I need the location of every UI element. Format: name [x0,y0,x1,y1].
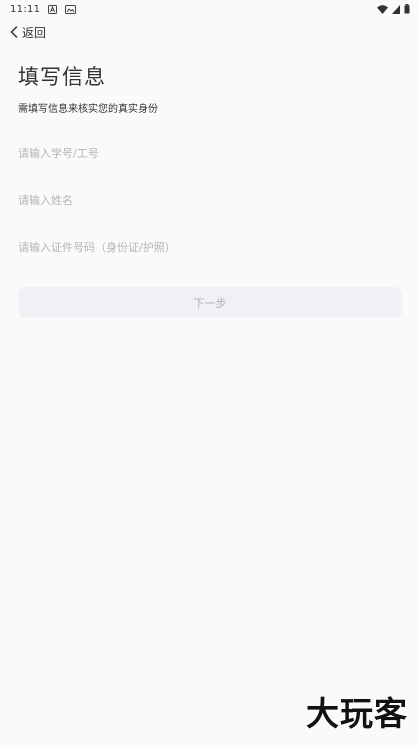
status-time: 11:11 [10,3,41,15]
battery-icon [404,4,410,14]
page-title: 填写信息 [18,65,106,89]
id-number-field [18,234,402,260]
notification-a-icon [48,4,58,14]
status-left: 11:11 [10,3,77,15]
signal-icon [392,4,400,14]
gallery-icon [65,4,77,14]
status-right [377,4,410,14]
student-id-input[interactable] [18,140,402,166]
wifi-icon [377,4,388,14]
next-button[interactable]: 下一步 [18,287,402,318]
student-id-field [18,140,402,166]
back-label: 返回 [22,25,47,40]
name-field [18,187,402,213]
id-number-input[interactable] [18,234,402,260]
chevron-left-icon [10,26,18,38]
status-bar: 11:11 [0,0,418,18]
back-button[interactable]: 返回 [10,22,46,42]
page-subtitle: 需填写信息来核实您的真实身份 [18,104,158,115]
watermark-logo: 大玩客 [306,694,408,733]
name-input[interactable] [18,187,402,213]
